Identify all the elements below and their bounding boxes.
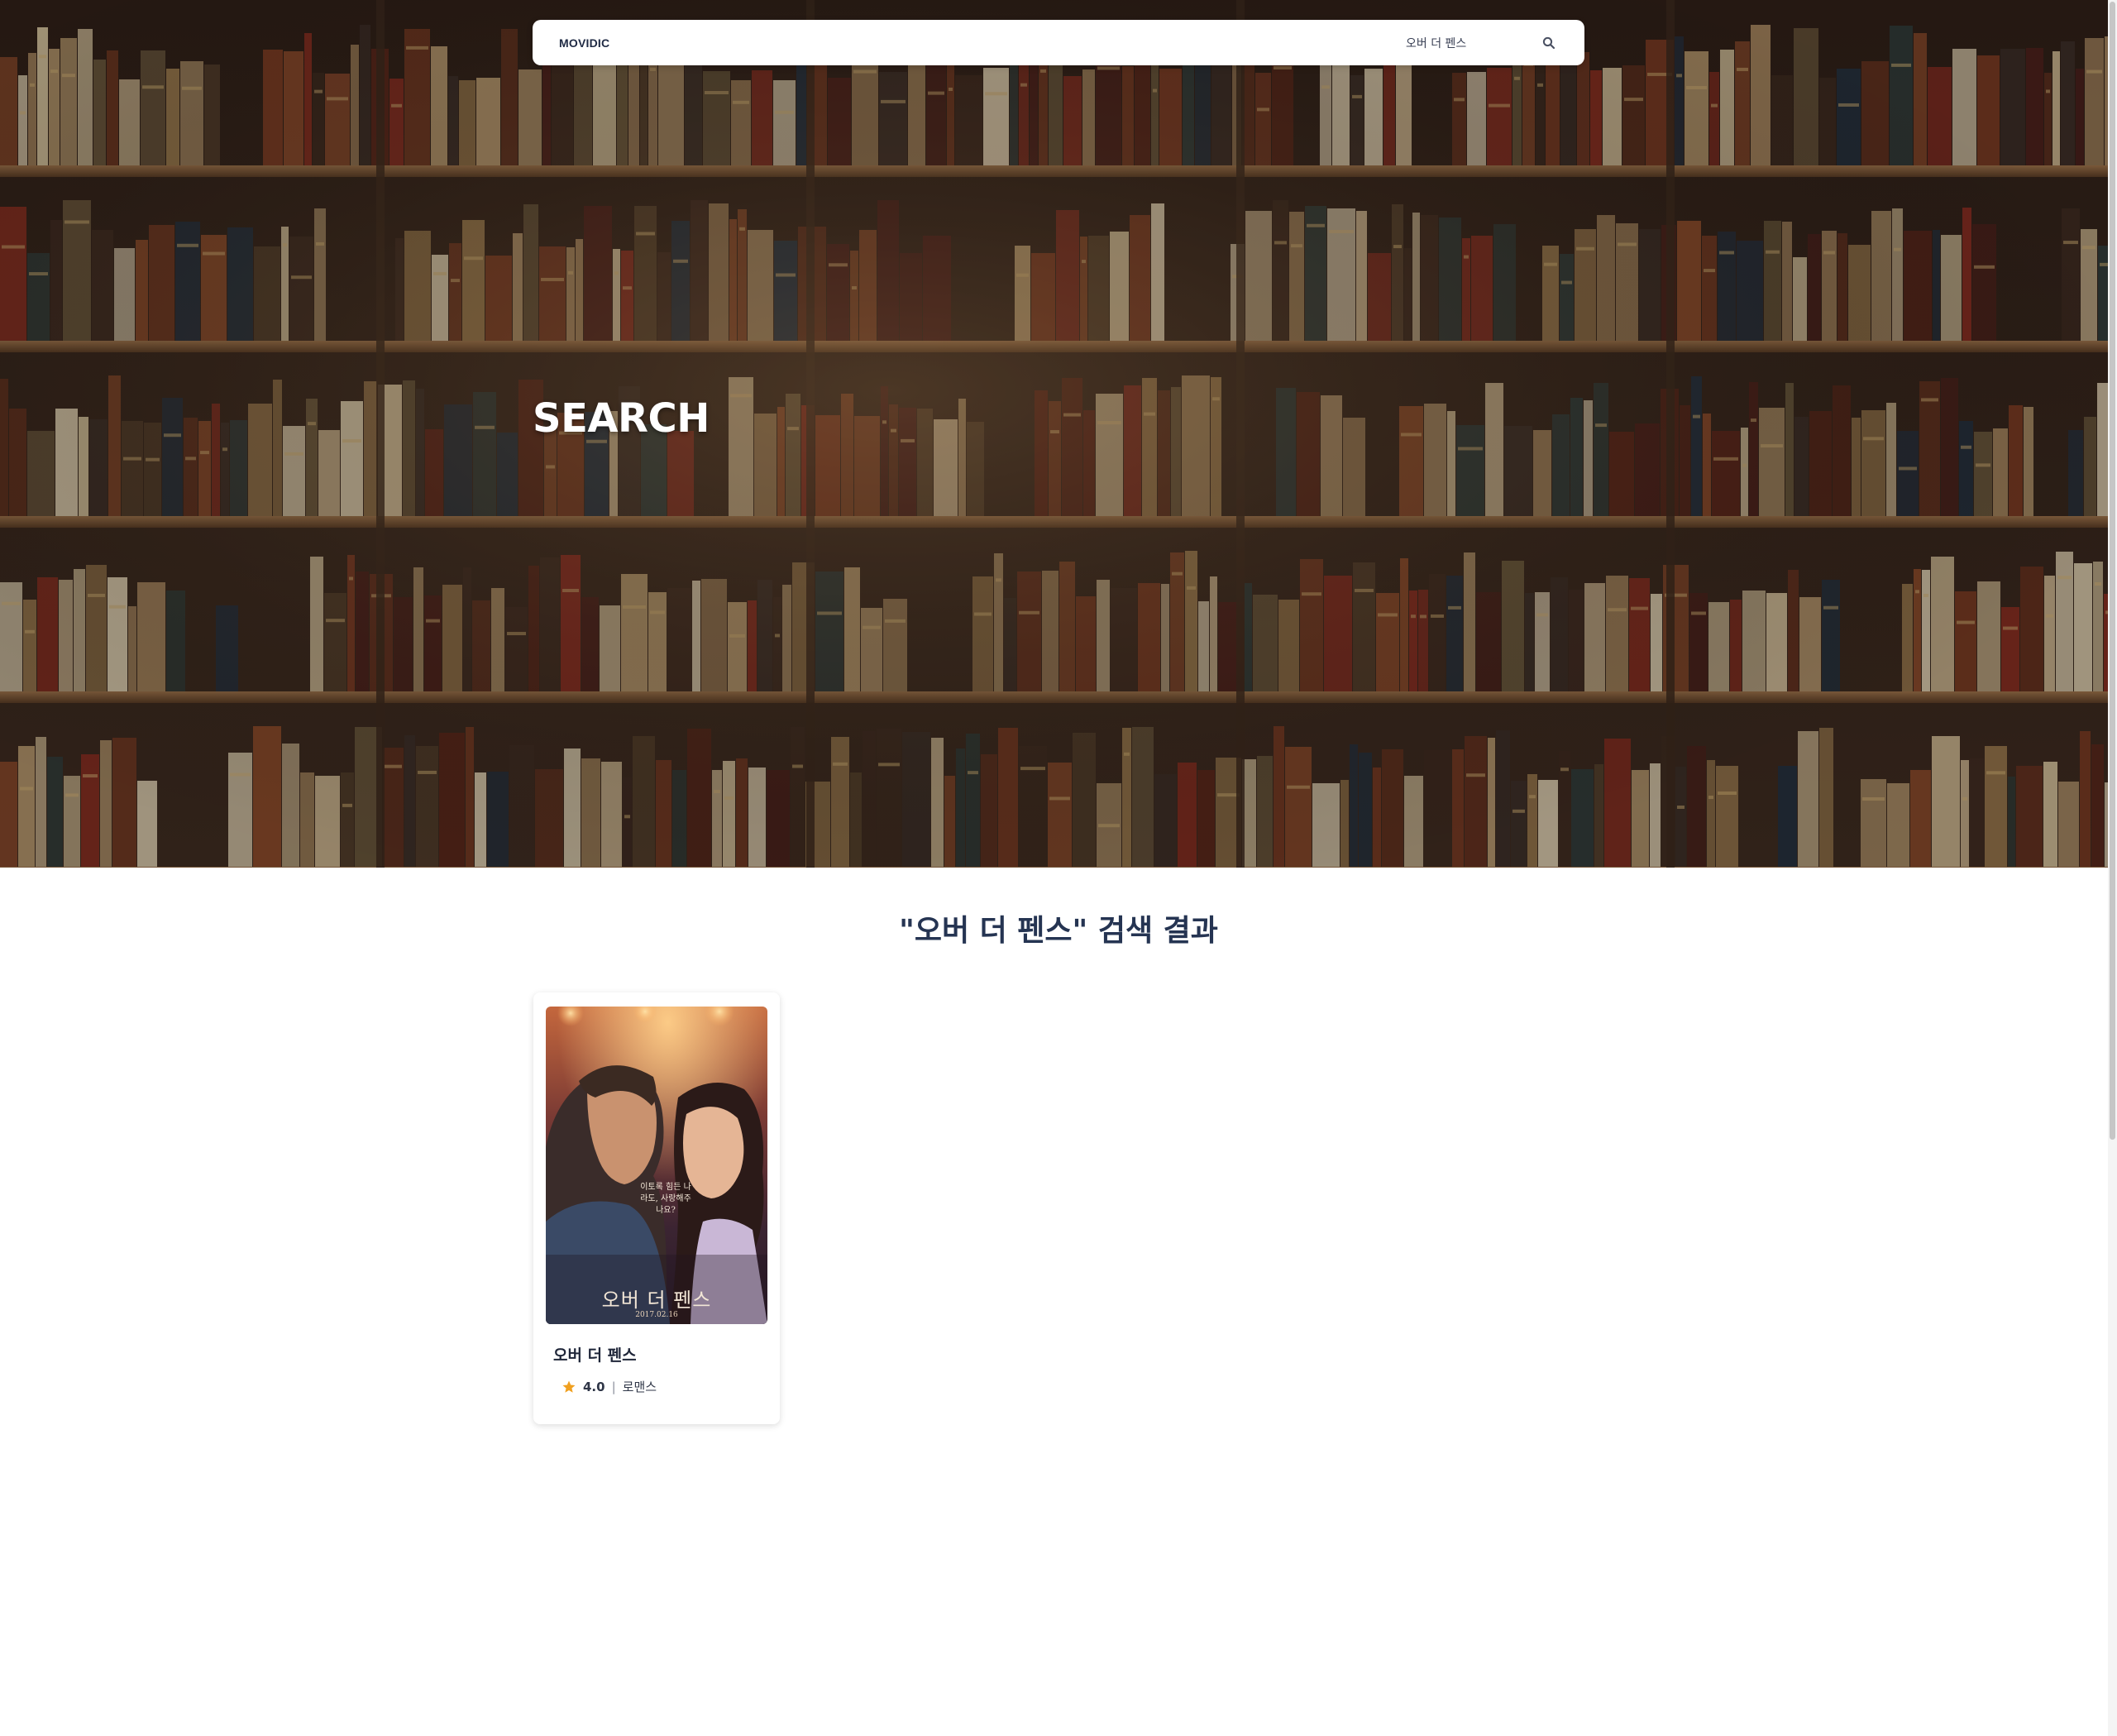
hero-dim-overlay xyxy=(0,0,2117,868)
movie-rating: 4.0 xyxy=(583,1379,605,1394)
movie-poster[interactable]: 이토록 힘든 나라도, 사랑해주나요? 오버 더 펜스 2017.02.16 xyxy=(546,1007,767,1324)
scrollbar-thumb[interactable] xyxy=(2110,2,2115,1140)
search-bar xyxy=(1403,30,1561,55)
search-button[interactable] xyxy=(1536,31,1561,55)
search-input[interactable] xyxy=(1403,30,1527,55)
search-icon xyxy=(1542,36,1555,49)
hero-title: SEARCH xyxy=(533,395,710,442)
movie-meta: 4.0 | 로맨스 xyxy=(562,1378,657,1395)
top-navbar: MOVIDIC xyxy=(533,20,1584,65)
hero-banner: SEARCH xyxy=(0,0,2117,868)
poster-tagline: 이토록 힘든 나라도, 사랑해주나요? xyxy=(640,1183,691,1215)
poster-artwork xyxy=(546,1007,767,1324)
poster-release-date: 2017.02.16 xyxy=(635,1311,678,1319)
star-icon xyxy=(562,1380,576,1393)
page-scrollbar[interactable] xyxy=(2108,0,2117,1736)
search-results-heading: "오버 더 펜스" 검색 결과 xyxy=(899,914,1218,948)
movie-genre: 로맨스 xyxy=(622,1380,657,1394)
brand-logo[interactable]: MOVIDIC xyxy=(559,36,609,50)
poster-title-text: 오버 더 펜스 xyxy=(601,1289,712,1312)
meta-separator: | xyxy=(611,1379,616,1394)
movie-title[interactable]: 오버 더 펜스 xyxy=(553,1343,637,1365)
movie-card[interactable]: 이토록 힘든 나라도, 사랑해주나요? 오버 더 펜스 2017.02.16 오… xyxy=(533,992,780,1424)
